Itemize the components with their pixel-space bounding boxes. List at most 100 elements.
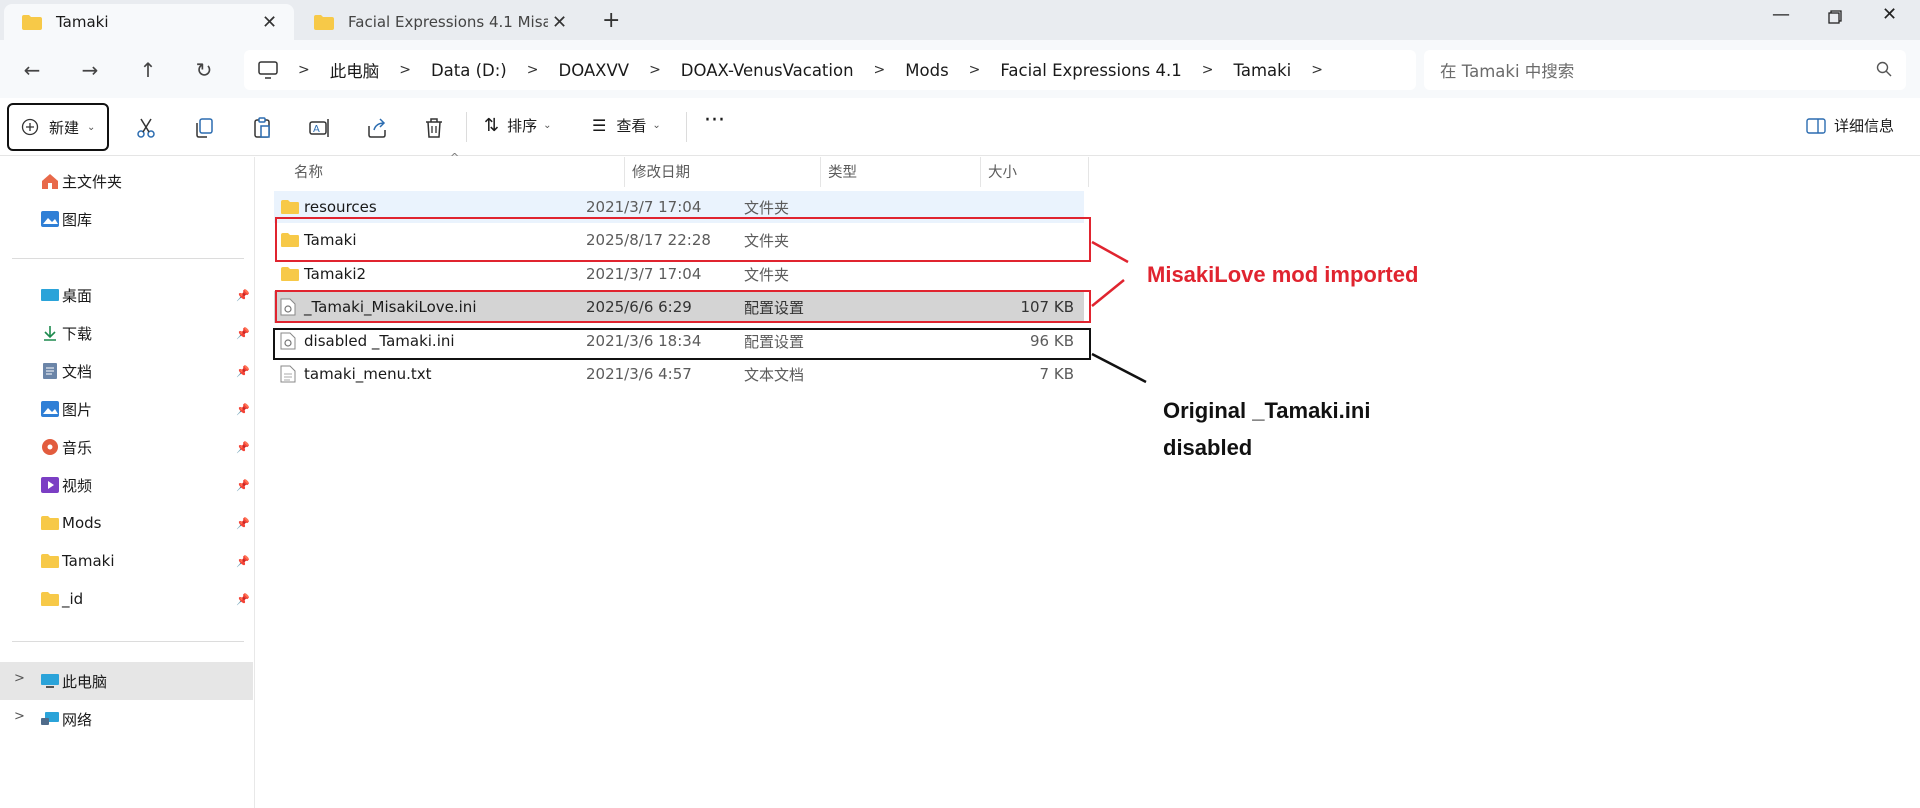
- sidebar-item-label: 文档: [62, 362, 93, 381]
- more-options-icon[interactable]: ···: [704, 108, 725, 133]
- sidebar-item-label: Mods: [62, 514, 102, 532]
- sidebar-item-label: 下载: [62, 324, 93, 343]
- sidebar-item-label: 此电脑: [62, 672, 108, 691]
- pin-icon[interactable]: 📌: [236, 555, 250, 568]
- close-tab-icon[interactable]: ✕: [262, 12, 277, 33]
- chevron-right-icon[interactable]: >: [649, 62, 661, 78]
- chevron-right-icon[interactable]: >: [399, 62, 411, 78]
- sort-ascending-icon: ^: [450, 151, 460, 164]
- cut-icon[interactable]: [134, 116, 158, 140]
- column-divider[interactable]: [820, 157, 821, 187]
- new-button[interactable]: 新建 ⌄: [7, 103, 109, 151]
- file-type: 文件夹: [744, 198, 790, 217]
- file-name: tamaki_menu.txt: [304, 365, 432, 383]
- folder-icon: [281, 267, 299, 281]
- chevron-right-icon[interactable]: >: [1311, 62, 1323, 78]
- sidebar-item-pictures[interactable]: 图片 📌: [40, 395, 250, 423]
- divider: [12, 258, 244, 259]
- refresh-icon[interactable]: ↻: [188, 54, 220, 86]
- rename-icon[interactable]: A: [307, 116, 331, 140]
- pin-icon[interactable]: 📌: [236, 403, 250, 416]
- sidebar-item-label: 图库: [62, 210, 93, 229]
- pictures-icon: [41, 401, 59, 417]
- column-divider[interactable]: [624, 157, 625, 187]
- chevron-right-icon[interactable]: >: [874, 62, 886, 78]
- tab-facial-expressions[interactable]: Facial Expressions 4.1 MisakiLov ✕: [296, 4, 576, 40]
- search-icon[interactable]: [1876, 61, 1892, 77]
- highlight-box-red: [275, 217, 1091, 262]
- highlight-box-red: [275, 290, 1091, 323]
- sidebar-item-id[interactable]: _id 📌: [40, 585, 250, 613]
- forward-arrow-icon[interactable]: →: [74, 54, 106, 86]
- sort-label: 排序: [507, 117, 538, 135]
- breadcrumb-item[interactable]: Mods: [905, 61, 948, 80]
- annotation-line: disabled: [1163, 435, 1253, 460]
- sidebar-item-network[interactable]: 网络: [40, 705, 92, 733]
- back-arrow-icon[interactable]: ←: [16, 54, 48, 86]
- folder-icon: [22, 14, 42, 30]
- close-window-icon[interactable]: ✕: [1882, 4, 1897, 25]
- chevron-right-icon[interactable]: >: [14, 671, 25, 686]
- breadcrumb-item[interactable]: DOAX-VenusVacation: [681, 61, 854, 80]
- breadcrumb-item[interactable]: Tamaki: [1233, 61, 1291, 80]
- sidebar-item-gallery[interactable]: 图库: [40, 205, 92, 233]
- sidebar-item-home[interactable]: 主文件夹: [40, 167, 122, 195]
- sidebar-item-videos[interactable]: 视频 📌: [40, 471, 250, 499]
- details-pane-button[interactable]: 详细信息: [1806, 115, 1894, 136]
- file-date: 2021/3/7 17:04: [586, 265, 702, 283]
- column-divider[interactable]: [980, 157, 981, 187]
- pin-icon[interactable]: 📌: [236, 289, 250, 302]
- pin-icon[interactable]: 📌: [236, 365, 250, 378]
- breadcrumb[interactable]: > 此电脑 > Data (D:) > DOAXVV > DOAX-VenusV…: [244, 50, 1416, 90]
- column-header-size[interactable]: 大小: [988, 161, 1017, 182]
- pin-icon[interactable]: 📌: [236, 517, 250, 530]
- minimize-icon[interactable]: —: [1772, 4, 1790, 25]
- delete-icon[interactable]: [422, 116, 446, 140]
- column-divider[interactable]: [1088, 157, 1089, 187]
- sidebar-item-label: Tamaki: [62, 552, 115, 570]
- sidebar-item-tamaki[interactable]: Tamaki 📌: [40, 547, 250, 575]
- breadcrumb-item[interactable]: Facial Expressions 4.1: [1000, 61, 1181, 80]
- annotation-original-disabled: Original _Tamaki.ini disabled: [1163, 392, 1370, 466]
- pin-icon[interactable]: 📌: [236, 593, 250, 606]
- sidebar-item-downloads[interactable]: 下载 📌: [40, 319, 250, 347]
- sidebar-item-this-pc[interactable]: 此电脑: [40, 667, 107, 695]
- sort-button[interactable]: ⇅ 排序 ⌄: [484, 115, 552, 136]
- share-icon[interactable]: [365, 116, 389, 140]
- chevron-right-icon[interactable]: >: [298, 62, 310, 78]
- breadcrumb-item[interactable]: 此电脑: [330, 58, 380, 82]
- tab-tamaki[interactable]: Tamaki ✕: [4, 4, 294, 40]
- chevron-right-icon[interactable]: >: [527, 62, 539, 78]
- address-bar: ← → ↑ ↻ > 此电脑 > Data (D:) > DOAXVV > DOA…: [0, 40, 1920, 98]
- chevron-right-icon[interactable]: >: [969, 62, 981, 78]
- file-name: Tamaki2: [304, 265, 367, 283]
- breadcrumb-item[interactable]: DOAXVV: [558, 61, 629, 80]
- restore-icon[interactable]: [1828, 10, 1842, 24]
- column-header-name[interactable]: 名称: [294, 161, 323, 182]
- file-row[interactable]: Tamaki2 2021/3/7 17:04 文件夹: [274, 258, 1084, 290]
- pin-icon[interactable]: 📌: [236, 479, 250, 492]
- new-tab-icon[interactable]: +: [602, 8, 620, 33]
- pin-icon[interactable]: 📌: [236, 441, 250, 454]
- copy-icon[interactable]: [192, 116, 216, 140]
- sidebar-item-label: 网络: [62, 710, 93, 729]
- up-arrow-icon[interactable]: ↑: [132, 54, 164, 86]
- close-tab-icon[interactable]: ✕: [552, 12, 567, 33]
- sidebar-item-desktop[interactable]: 桌面 📌: [40, 281, 250, 309]
- computer-icon: [41, 674, 59, 688]
- breadcrumb-item[interactable]: Data (D:): [431, 61, 507, 80]
- file-row[interactable]: tamaki_menu.txt 2021/3/6 4:57 文本文档 7 KB: [274, 358, 1084, 390]
- tab-title: Tamaki: [56, 13, 109, 31]
- view-button[interactable]: ☰ 查看 ⌄: [592, 115, 661, 136]
- search-input[interactable]: 在 Tamaki 中搜索: [1424, 50, 1906, 90]
- sidebar-item-documents[interactable]: 文档 📌: [40, 357, 250, 385]
- column-header-date[interactable]: 修改日期: [632, 161, 690, 182]
- sidebar-item-music[interactable]: 音乐 📌: [40, 433, 250, 461]
- paste-icon[interactable]: [250, 116, 274, 140]
- chevron-right-icon[interactable]: >: [14, 709, 25, 724]
- chevron-right-icon[interactable]: >: [1202, 62, 1214, 78]
- pin-icon[interactable]: 📌: [236, 327, 250, 340]
- tab-title: Facial Expressions 4.1 MisakiLov: [348, 13, 548, 31]
- column-header-type[interactable]: 类型: [828, 161, 857, 182]
- sidebar-item-mods[interactable]: Mods 📌: [40, 509, 250, 537]
